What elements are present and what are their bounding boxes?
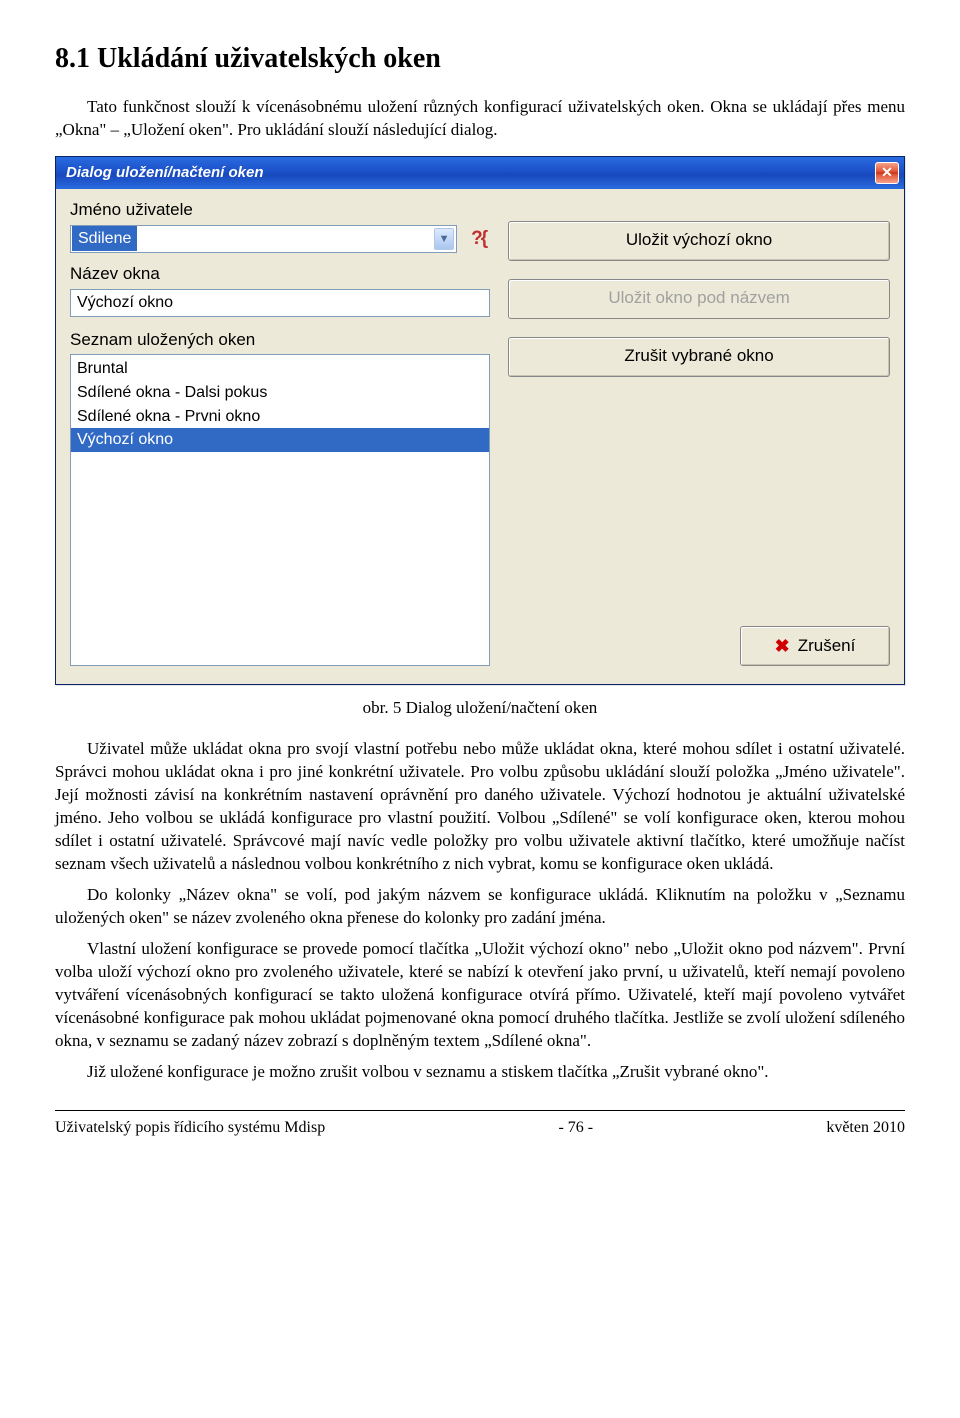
username-label: Jméno uživatele <box>70 199 490 222</box>
page-footer: Uživatelský popis řídicího systému Mdisp… <box>55 1117 905 1159</box>
list-item[interactable]: Sdílené okna - Dalsi pokus <box>71 381 489 405</box>
footer-left: Uživatelský popis řídicího systému Mdisp <box>55 1117 325 1139</box>
body-paragraph-3: Vlastní uložení konfigurace se provede p… <box>55 938 905 1053</box>
dialog-title: Dialog uložení/načtení oken <box>66 163 264 183</box>
username-value: Sdilene <box>72 226 137 252</box>
list-item[interactable]: Výchozí okno <box>71 428 489 452</box>
delete-selected-button[interactable]: Zrušit vybrané okno <box>508 337 890 377</box>
dialog-window: Dialog uložení/načtení oken ✕ Jméno uživ… <box>55 156 905 686</box>
footer-page-number: - 76 - <box>558 1117 593 1139</box>
cancel-label: Zrušení <box>798 635 856 658</box>
section-heading: 8.1 Ukládání uživatelských oken <box>55 40 905 78</box>
windowname-input[interactable]: Výchozí okno <box>70 289 490 317</box>
dialog-screenshot: Dialog uložení/načtení oken ✕ Jméno uživ… <box>55 156 905 686</box>
help-users-icon[interactable]: ?{ <box>467 226 490 252</box>
saved-windows-listbox[interactable]: BruntalSdílené okna - Dalsi pokusSdílené… <box>70 354 490 666</box>
save-default-button[interactable]: Uložit výchozí okno <box>508 221 890 261</box>
footer-right: květen 2010 <box>826 1117 905 1139</box>
body-paragraph-4: Již uložené konfigurace je možno zrušit … <box>55 1061 905 1084</box>
list-item[interactable]: Sdílené okna - Prvni okno <box>71 405 489 429</box>
intro-paragraph: Tato funkčnost slouží k vícenásobnému ul… <box>55 96 905 142</box>
username-combo[interactable]: Sdilene ▼ <box>70 225 457 253</box>
body-paragraph-2: Do kolonky „Název okna" se volí, pod jak… <box>55 884 905 930</box>
cancel-x-icon: ✖ <box>775 634 790 658</box>
dialog-titlebar: Dialog uložení/načtení oken ✕ <box>56 157 904 189</box>
footer-rule <box>55 1110 905 1111</box>
figure-caption: obr. 5 Dialog uložení/načtení oken <box>55 697 905 720</box>
savedlist-label: Seznam uložených oken <box>70 329 490 352</box>
save-named-button: Uložit okno pod názvem <box>508 279 890 319</box>
cancel-button[interactable]: ✖ Zrušení <box>740 626 890 666</box>
list-item[interactable]: Bruntal <box>71 357 489 381</box>
body-paragraph-1: Uživatel může ukládat okna pro svojí vla… <box>55 738 905 876</box>
close-icon[interactable]: ✕ <box>875 162 899 184</box>
windowname-label: Název okna <box>70 263 490 286</box>
chevron-down-icon[interactable]: ▼ <box>434 228 454 250</box>
